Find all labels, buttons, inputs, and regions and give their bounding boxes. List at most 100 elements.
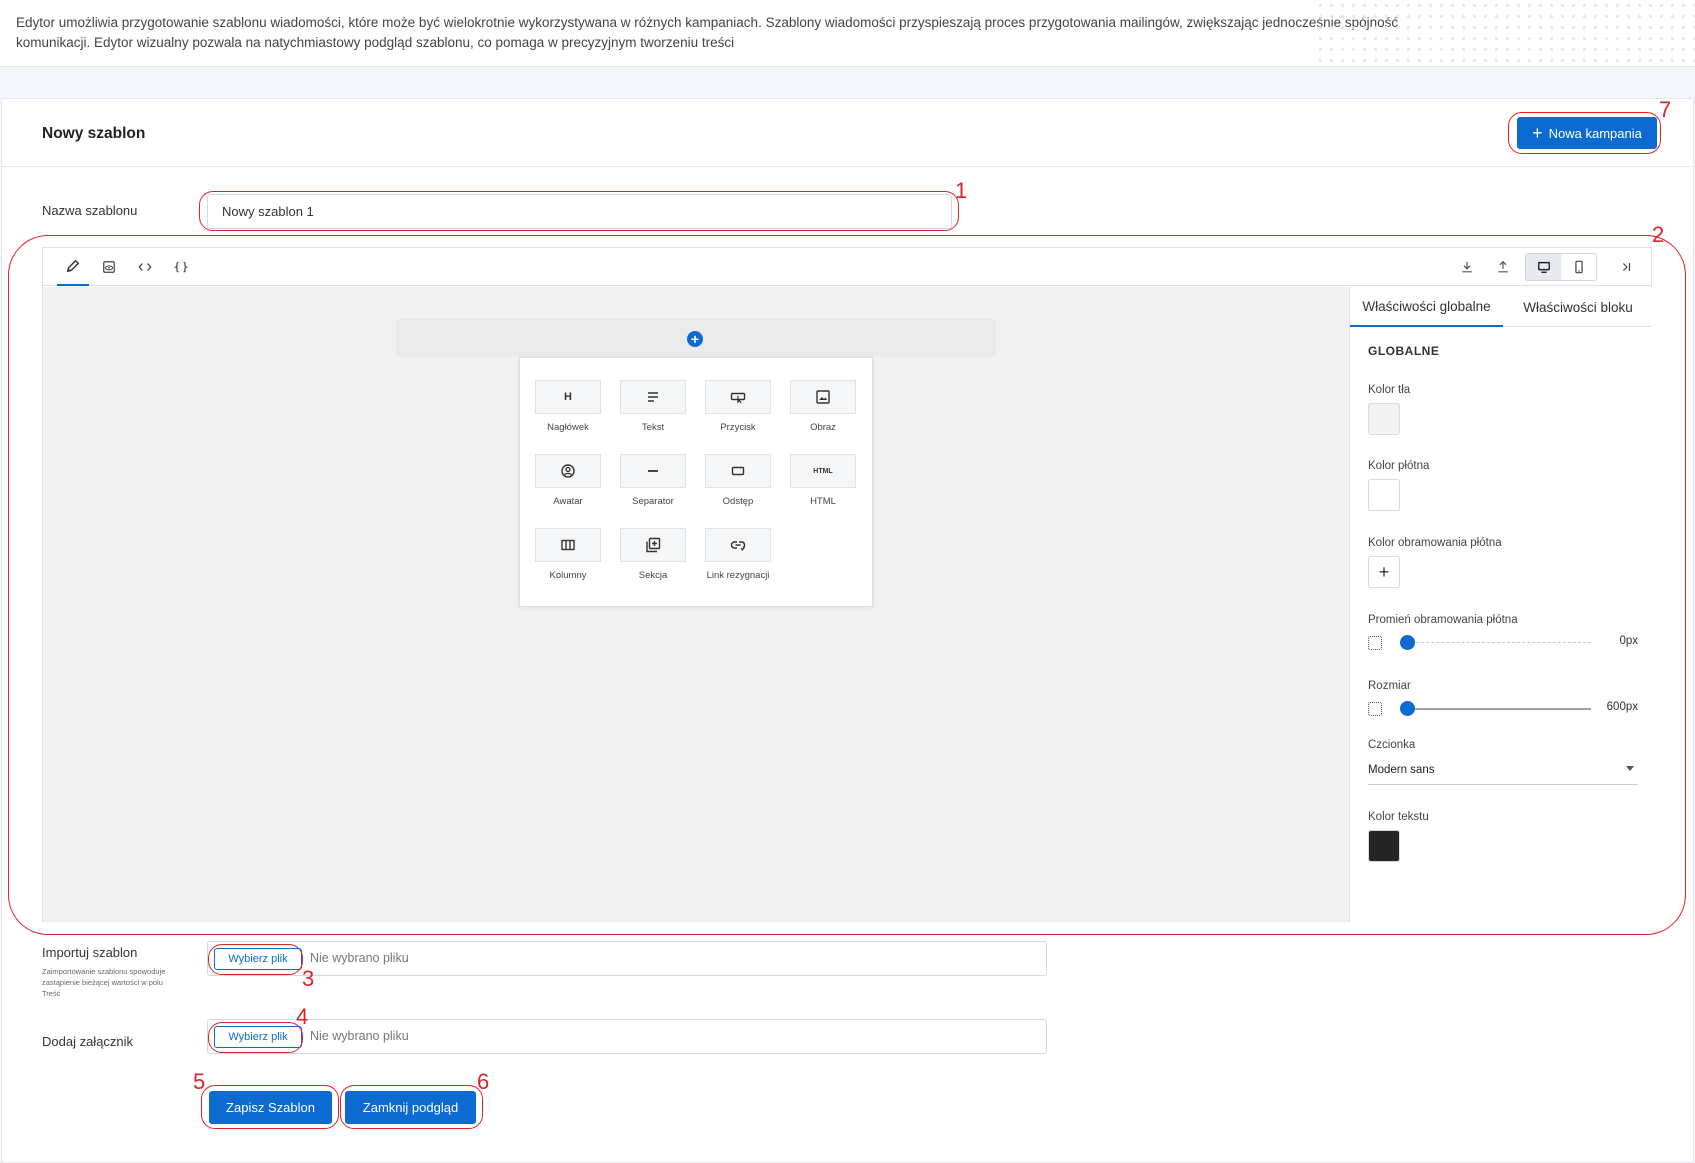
block-label: Kolumny [549, 570, 587, 581]
separator-icon [620, 454, 686, 488]
html-icon: HTML [790, 454, 856, 488]
block-label: Awatar [553, 496, 583, 507]
add-color-icon[interactable]: + [1368, 556, 1400, 588]
mobile-icon [1574, 260, 1583, 274]
tab-global-properties[interactable]: Właściwości globalne [1350, 287, 1503, 327]
annotation-number-4: 4 [296, 1004, 309, 1029]
import-choose-file-button[interactable]: Wybierz plik [214, 948, 302, 970]
annotation-number-1: 1 [955, 178, 968, 203]
block-avatar[interactable]: Awatar [535, 454, 601, 507]
block-columns[interactable]: Kolumny [535, 528, 601, 581]
radius-value: 0px [1619, 635, 1638, 647]
border-radius-icon [1368, 636, 1382, 650]
button-icon [705, 380, 771, 414]
radius-slider-track[interactable] [1406, 642, 1591, 644]
annotation-number-3: 3 [302, 966, 315, 991]
save-template-button[interactable]: Zapisz Szablon [209, 1091, 332, 1124]
block-label: Nagłówek [547, 422, 589, 433]
section-icon [620, 528, 686, 562]
add-block-icon[interactable]: + [687, 331, 703, 347]
card-header: Nowy szablon + Nowa kampania [2, 99, 1693, 167]
size-icon [1368, 702, 1382, 716]
heading-glyph: H [564, 391, 572, 403]
border-color-label: Kolor obramowania płótna [1368, 537, 1502, 549]
attachment-label: Dodaj załącznik [42, 1034, 134, 1049]
email-editor: + H Nagłówek Tekst Przycisk Obraz Awatar… [42, 247, 1652, 922]
download-button[interactable] [1451, 248, 1483, 286]
info-text: Edytor umożliwia przygotowanie szablonu … [16, 15, 1399, 50]
text-icon [620, 380, 686, 414]
properties-tabs: Właściwości globalne Właściwości bloku [1350, 287, 1652, 327]
block-label: Sekcja [638, 570, 668, 581]
upload-icon [1498, 260, 1508, 273]
canvas-color-swatch[interactable] [1368, 479, 1400, 511]
annotation-number-5: 5 [193, 1069, 206, 1094]
info-bar: Edytor umożliwia przygotowanie szablonu … [0, 0, 1695, 67]
text-color-label: Kolor tekstu [1368, 811, 1429, 823]
template-name-label: Nazwa szablonu [42, 203, 138, 218]
editor-canvas[interactable]: + H Nagłówek Tekst Przycisk Obraz Awatar… [43, 287, 1349, 922]
font-select-value: Modern sans [1368, 764, 1435, 776]
bg-color-label: Kolor tła [1368, 384, 1411, 396]
template-name-input[interactable]: Nowy szablon 1 [207, 194, 952, 229]
block-label: HTML [810, 496, 836, 507]
close-preview-button[interactable]: Zamknij podgląd [345, 1091, 476, 1124]
block-label: Link rezygnacji [706, 570, 770, 581]
import-hint: Zaimportowanie szablonu spowoduje zastąp… [42, 967, 166, 998]
page-title: Nowy szablon [42, 125, 146, 142]
block-picker: H Nagłówek Tekst Przycisk Obraz Awatar S… [519, 357, 873, 607]
annotation-number-6: 6 [477, 1069, 490, 1094]
desktop-view-button[interactable] [1526, 254, 1561, 280]
import-template-label: Importuj szablon [42, 945, 138, 960]
unsubscribe-link-icon [705, 528, 771, 562]
block-label: Obraz [810, 422, 836, 433]
pencil-icon [66, 259, 80, 273]
collapse-panel-button[interactable] [1610, 248, 1642, 286]
avatar-icon [535, 454, 601, 488]
edit-mode-tab[interactable] [57, 248, 89, 286]
size-slider-track[interactable] [1406, 708, 1591, 710]
columns-icon [535, 528, 601, 562]
new-campaign-button[interactable]: + Nowa kampania [1517, 117, 1657, 149]
desktop-icon [1537, 261, 1550, 273]
block-label: Separator [632, 496, 674, 507]
mobile-view-button[interactable] [1561, 254, 1596, 280]
html-glyph: HTML [813, 467, 833, 475]
radius-slider-handle[interactable] [1400, 635, 1415, 650]
bg-color-swatch[interactable] [1368, 403, 1400, 435]
size-value: 600px [1606, 701, 1638, 713]
block-separator[interactable]: Separator [620, 454, 686, 507]
properties-panel: Właściwości globalne Właściwości bloku G… [1349, 287, 1652, 922]
block-unsubscribe-link[interactable]: Link rezygnacji [705, 528, 771, 581]
code-icon [138, 263, 152, 271]
device-toggle [1525, 253, 1597, 281]
upload-button[interactable] [1487, 248, 1519, 286]
block-text[interactable]: Tekst [620, 380, 686, 433]
block-spacer[interactable]: Odstęp [705, 454, 771, 507]
annotation-number-7: 7 [1659, 97, 1672, 122]
plus-icon: + [1532, 123, 1543, 143]
size-slider-handle[interactable] [1400, 701, 1415, 716]
block-label: Tekst [641, 422, 665, 433]
block-heading[interactable]: H Nagłówek [535, 380, 601, 433]
block-label: Odstęp [722, 496, 754, 507]
font-select[interactable]: Modern sans [1368, 755, 1638, 785]
html-code-tab[interactable] [129, 248, 161, 286]
tab-block-properties[interactable]: Właściwości bloku [1503, 287, 1653, 327]
attachment-choose-file-button[interactable]: Wybierz plik [214, 1026, 302, 1048]
block-image[interactable]: Obraz [790, 380, 856, 433]
block-button[interactable]: Przycisk [705, 380, 771, 433]
download-icon [1462, 261, 1472, 273]
section-title: GLOBALNE [1368, 344, 1440, 358]
import-file-status: Nie wybrano pliku [310, 951, 409, 965]
radius-label: Promień obramowania płótna [1368, 614, 1518, 626]
collapse-right-icon [1622, 263, 1631, 271]
block-html[interactable]: HTML HTML [790, 454, 856, 507]
json-tab[interactable] [165, 248, 197, 286]
preview-mode-tab[interactable] [93, 248, 125, 286]
image-icon [790, 380, 856, 414]
text-color-swatch[interactable] [1368, 830, 1400, 862]
block-section[interactable]: Sekcja [620, 528, 686, 581]
import-file-field: Wybierz plik Nie wybrano pliku [207, 941, 1047, 976]
braces-icon [174, 261, 188, 273]
